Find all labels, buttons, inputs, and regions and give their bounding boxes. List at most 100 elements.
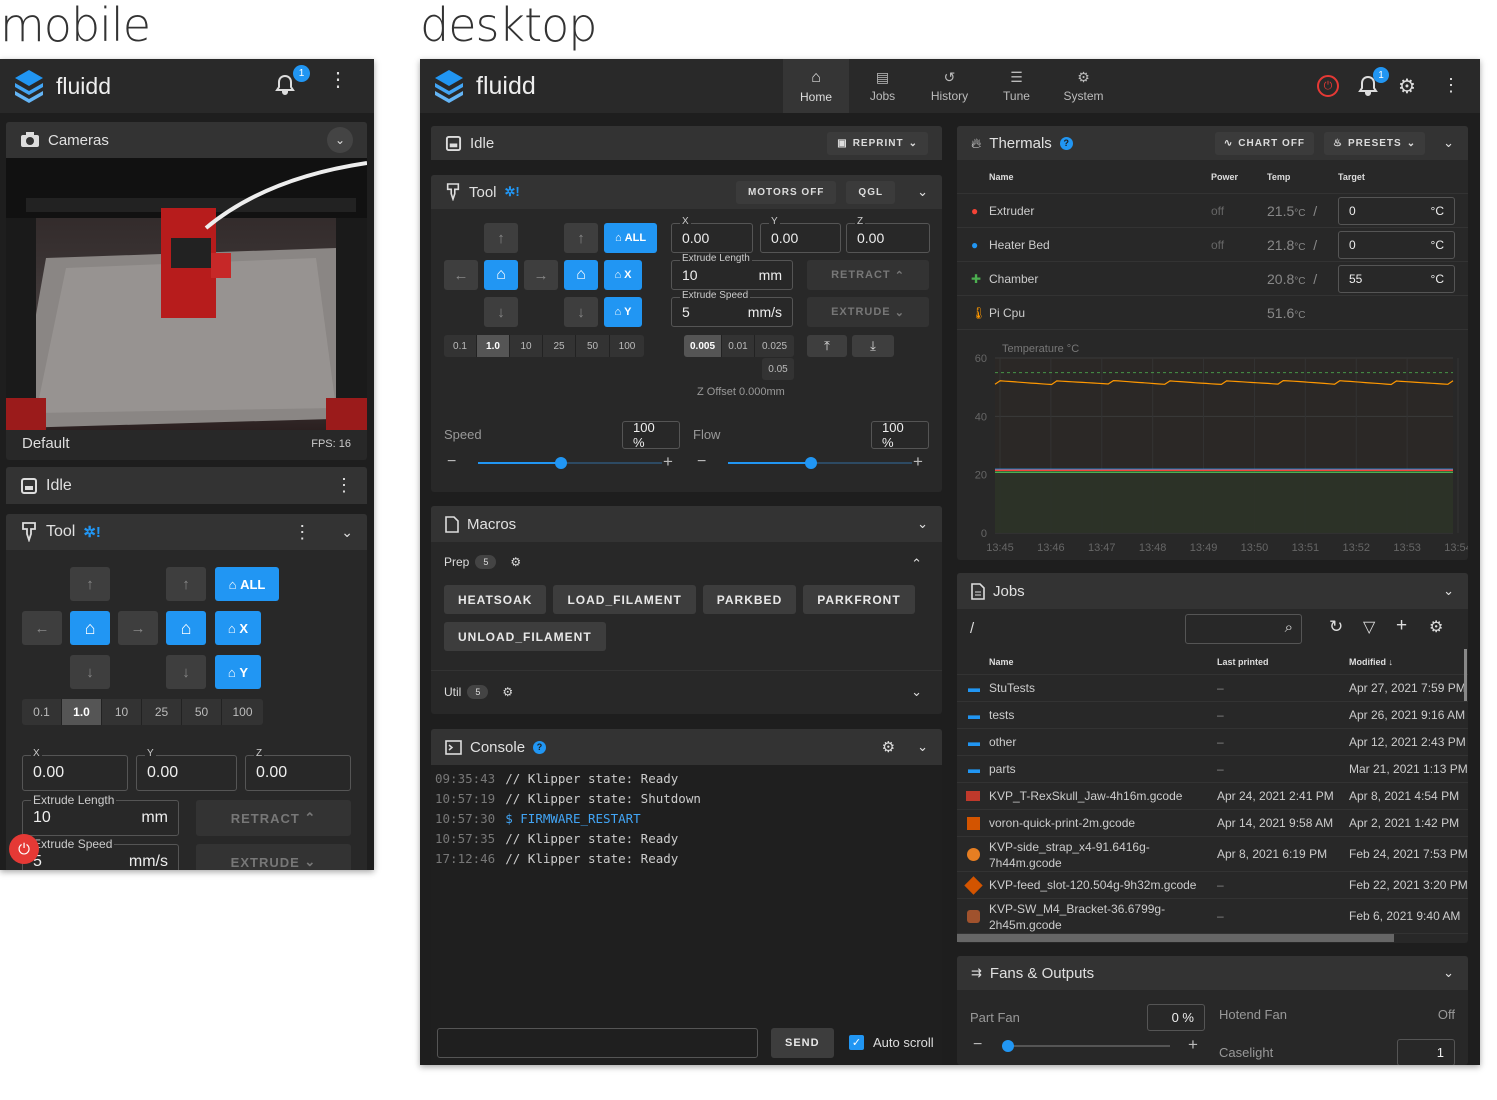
z-step-selector[interactable]: 0.005 0.01 0.025 bbox=[684, 335, 794, 357]
nav-history[interactable]: ↺ History bbox=[916, 59, 983, 113]
auto-scroll-checkbox[interactable]: ✓ bbox=[849, 1035, 864, 1050]
nav-tune[interactable]: ☰ Tune bbox=[983, 59, 1050, 113]
mobile-x-field[interactable]: X 0.00 bbox=[22, 748, 128, 791]
step-option[interactable]: 0.1 bbox=[444, 335, 477, 357]
presets-button[interactable]: ♨ PRESETS ⌄ bbox=[1324, 131, 1426, 155]
speed-slider-thumb[interactable] bbox=[555, 457, 567, 469]
move-z-up-button[interactable]: ↑ bbox=[564, 223, 598, 253]
chart-off-button[interactable]: ∿ CHART OFF bbox=[1214, 131, 1315, 155]
help-icon[interactable]: ? bbox=[1059, 136, 1073, 150]
move-x-left-button[interactable]: ← bbox=[22, 611, 62, 645]
chevron-down-icon[interactable]: ⌄ bbox=[911, 684, 922, 700]
move-y-up-button[interactable]: ↑ bbox=[70, 567, 110, 601]
mobile-step-selector[interactable]: 0.1 1.0 10 25 50 100 bbox=[22, 699, 263, 725]
chamber-target-field[interactable]: 55 °C bbox=[1338, 265, 1455, 293]
step-option[interactable]: 10 bbox=[510, 335, 543, 357]
flow-minus-icon[interactable]: − bbox=[697, 453, 706, 471]
flow-slider-thumb[interactable] bbox=[805, 457, 817, 469]
chevron-down-icon[interactable]: ⌄ bbox=[917, 184, 928, 200]
part-fan-slider[interactable] bbox=[1002, 1040, 1170, 1052]
move-x-right-button[interactable]: → bbox=[118, 611, 158, 645]
chevron-down-icon[interactable]: ⌄ bbox=[917, 516, 928, 532]
refresh-icon[interactable]: ↻ bbox=[1329, 617, 1343, 637]
mobile-extrude-speed-field[interactable]: Extrude Speed 5 mm/s bbox=[22, 837, 179, 870]
home-all-button[interactable]: ⌂ ALL bbox=[215, 567, 279, 601]
job-row[interactable]: KVP_T-RexSkull_Jaw-4h16m.gcode Apr 24, 20… bbox=[957, 783, 1468, 810]
step-option[interactable]: 1.0 bbox=[477, 335, 510, 357]
move-z-up-button[interactable]: ↑ bbox=[166, 567, 206, 601]
z-step-selector-row2[interactable]: 0.05 bbox=[762, 358, 794, 380]
chevron-up-icon[interactable]: ⌃ bbox=[911, 556, 922, 572]
z-offset-down-icon[interactable]: ⤓ bbox=[852, 335, 894, 357]
job-row[interactable]: KVP-SW_M4_Bracket-36.6799g- 2h45m.gcode – F… bbox=[957, 899, 1468, 934]
mobile-extrude-length-field[interactable]: Extrude Length 10 mm bbox=[22, 793, 179, 836]
step-option[interactable]: 10 bbox=[102, 699, 142, 725]
mobile-retract-button[interactable]: RETRACT ⌃ bbox=[196, 800, 351, 836]
chevron-down-icon[interactable]: ⌄ bbox=[1443, 135, 1454, 151]
macro-button[interactable]: PARKBED bbox=[702, 585, 797, 614]
job-row[interactable]: ▬ tests – Apr 26, 2021 9:16 AM bbox=[957, 702, 1468, 729]
speed-field[interactable]: 100 % bbox=[622, 420, 680, 450]
more-vert-icon[interactable]: ⋮ bbox=[1442, 76, 1460, 94]
part-fan-field[interactable]: 0 % bbox=[1147, 1004, 1205, 1031]
step-option[interactable]: 50 bbox=[182, 699, 222, 725]
mobile-extrude-button[interactable]: EXTRUDE ⌄ bbox=[196, 844, 351, 870]
nav-home[interactable]: ⌂ Home bbox=[783, 59, 849, 113]
notifications-bell-icon[interactable]: 1 bbox=[275, 65, 310, 101]
macro-group-util[interactable]: Util 5 ⚙ bbox=[444, 685, 513, 699]
send-button[interactable]: SEND bbox=[771, 1028, 834, 1058]
flow-slider[interactable] bbox=[728, 457, 912, 469]
more-vert-icon[interactable]: ⋮ bbox=[328, 70, 348, 90]
macro-button[interactable]: LOAD_FILAMENT bbox=[553, 585, 696, 614]
move-x-right-button[interactable]: → bbox=[524, 260, 558, 290]
part-fan-slider-thumb[interactable] bbox=[1002, 1040, 1014, 1052]
step-option[interactable]: 0.1 bbox=[22, 699, 62, 725]
speed-plus-icon[interactable]: + bbox=[663, 452, 673, 472]
flow-field[interactable]: 100 % bbox=[871, 420, 929, 450]
desktop-logo[interactable]: fluidd bbox=[420, 69, 536, 103]
home-x-button[interactable]: ⌂ X bbox=[604, 260, 642, 290]
status-menu-icon[interactable]: ⋮ bbox=[335, 475, 353, 496]
job-row[interactable]: voron-quick-print-2m.gcode Apr 14, 2021 9… bbox=[957, 810, 1468, 837]
gear-icon[interactable]: ⚙ bbox=[882, 738, 895, 756]
tool-menu-icon[interactable]: ⋮ bbox=[293, 522, 311, 543]
move-z-down-button[interactable]: ↓ bbox=[564, 297, 598, 327]
bed-target-field[interactable]: 0 °C bbox=[1338, 231, 1455, 259]
step-option[interactable]: 25 bbox=[543, 335, 576, 357]
job-row[interactable]: ▬ other – Apr 12, 2021 2:43 PM bbox=[957, 729, 1468, 756]
z-step-option[interactable]: 0.005 bbox=[684, 335, 722, 357]
mobile-z-field[interactable]: Z 0.00 bbox=[245, 748, 351, 791]
home-z-button[interactable]: ⌂ bbox=[166, 611, 206, 645]
extruder-target-field[interactable]: 0 °C bbox=[1338, 197, 1455, 225]
chevron-down-icon[interactable]: ⌄ bbox=[1443, 965, 1454, 981]
job-row[interactable]: ▬ StuTests – Apr 27, 2021 7:59 PM bbox=[957, 675, 1468, 702]
extrude-button[interactable]: EXTRUDE ⌄ bbox=[807, 297, 929, 327]
filter-icon[interactable]: ▽ bbox=[1363, 617, 1375, 637]
mobile-y-field[interactable]: Y 0.00 bbox=[136, 748, 237, 791]
home-z-button[interactable]: ⌂ bbox=[564, 260, 598, 290]
step-option[interactable]: 25 bbox=[142, 699, 182, 725]
home-y-button[interactable]: ⌂ Y bbox=[604, 297, 642, 327]
macro-group-prep[interactable]: Prep 5 ⚙ bbox=[444, 555, 521, 569]
move-y-down-button[interactable]: ↓ bbox=[484, 297, 518, 327]
flow-plus-icon[interactable]: + bbox=[913, 452, 923, 472]
motors-off-button[interactable]: MOTORS OFF bbox=[735, 180, 837, 204]
home-all-button[interactable]: ⌂ ALL bbox=[604, 223, 657, 253]
step-option[interactable]: 100 bbox=[610, 335, 644, 357]
job-row[interactable]: ▬ parts – Mar 21, 2021 1:13 PM bbox=[957, 756, 1468, 783]
jobs-horizontal-scrollbar[interactable] bbox=[957, 934, 1394, 942]
part-fan-plus-icon[interactable]: + bbox=[1188, 1035, 1198, 1055]
home-y-button[interactable]: ⌂ Y bbox=[215, 655, 261, 689]
cogs-icon[interactable]: ⚙ bbox=[1429, 617, 1443, 637]
home-x-button[interactable]: ⌂ X bbox=[215, 611, 261, 645]
nav-system[interactable]: ⚙ System bbox=[1050, 59, 1117, 113]
mobile-logo[interactable]: fluidd bbox=[0, 69, 111, 103]
y-field[interactable]: Y 0.00 bbox=[760, 216, 841, 253]
job-row[interactable]: KVP-feed_slot-120.504g-9h32m.gcode – Feb 2… bbox=[957, 872, 1468, 899]
console-input[interactable] bbox=[437, 1028, 758, 1058]
chevron-down-icon[interactable]: ⌄ bbox=[1443, 583, 1454, 599]
add-icon[interactable]: + bbox=[1396, 615, 1407, 637]
z-field[interactable]: Z 0.00 bbox=[846, 216, 930, 253]
z-offset-up-icon[interactable]: ⤒ bbox=[807, 335, 847, 357]
caselight-field[interactable]: 1 bbox=[1397, 1039, 1455, 1065]
